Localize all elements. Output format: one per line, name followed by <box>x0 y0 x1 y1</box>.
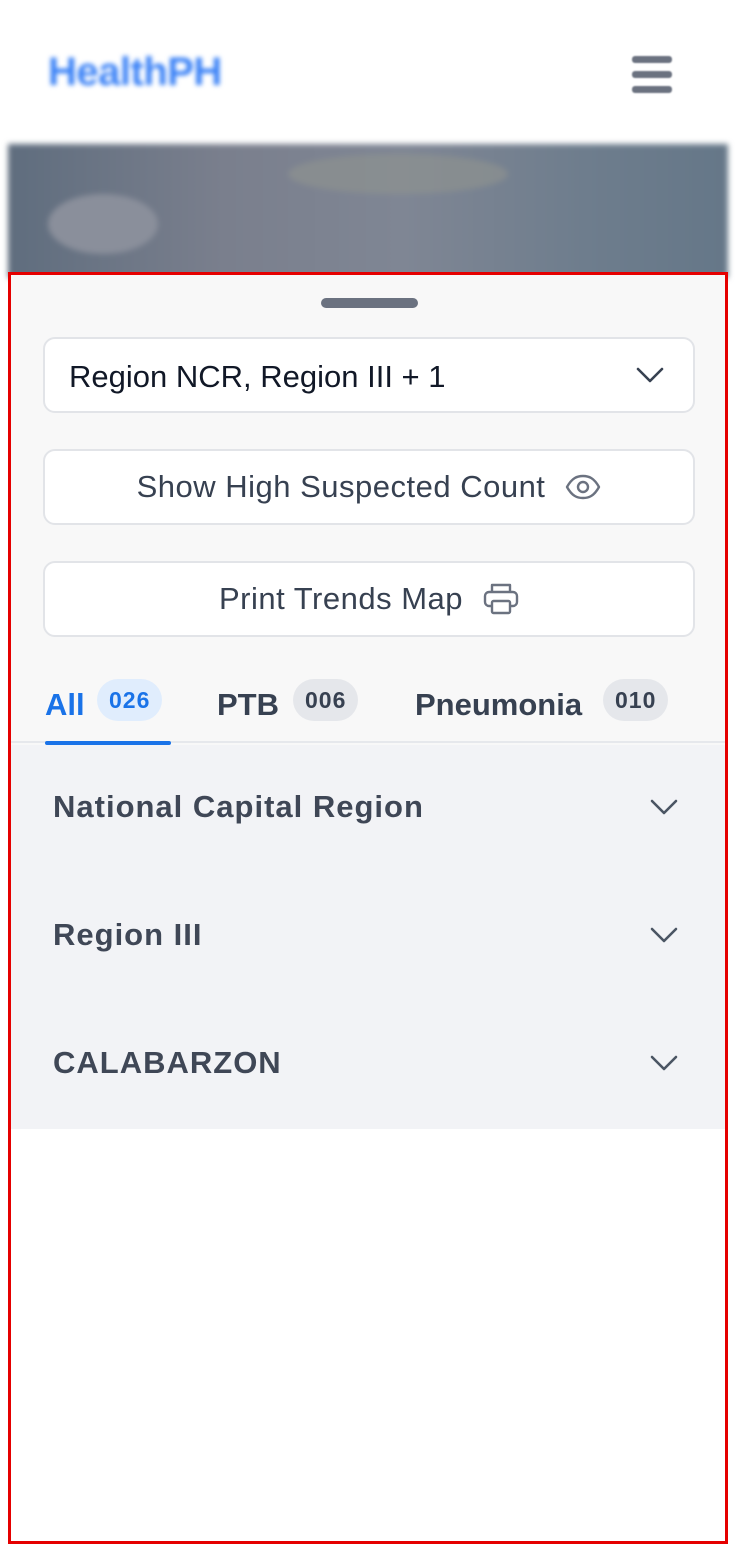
map-blur-shape <box>48 194 158 254</box>
bottom-sheet-panel: Region NCR, Region III + 1 Show High Sus… <box>8 272 728 1544</box>
tab-count-badge: 006 <box>293 679 359 721</box>
region-name: National Capital Region <box>53 789 424 824</box>
tab-ptb[interactable]: PTB 006 <box>217 679 367 741</box>
tab-count-badge: 026 <box>97 679 163 721</box>
region-select[interactable]: Region NCR, Region III + 1 <box>43 337 695 413</box>
sheet-empty-area <box>11 1129 725 1541</box>
menu-bar-line <box>632 86 672 93</box>
chevron-down-icon <box>636 367 664 383</box>
app-logo[interactable]: HealthPH <box>48 50 222 95</box>
map-preview <box>8 144 728 278</box>
region-item-region-iii[interactable]: Region III <box>11 873 725 1001</box>
menu-bar-line <box>632 56 672 63</box>
disease-tabs: All 026 PTB 006 Pneumonia 010 <box>11 667 725 745</box>
tab-count-badge: 010 <box>603 679 669 721</box>
tab-label: All <box>45 687 85 722</box>
top-navigation-bar: HealthPH <box>0 0 736 140</box>
region-select-value: Region NCR, Region III + 1 <box>69 359 446 394</box>
sheet-drag-handle[interactable] <box>321 298 418 308</box>
chevron-down-icon <box>650 799 678 815</box>
menu-bar-line <box>632 71 672 78</box>
chevron-down-icon <box>650 1055 678 1071</box>
printer-icon <box>483 583 519 615</box>
print-trends-map-label: Print Trends Map <box>218 581 464 616</box>
eye-icon <box>566 474 601 500</box>
region-accordion-list: National Capital Region Region III CALAB… <box>11 745 725 1129</box>
app-root: HealthPH Region NCR, Region III + 1 Show… <box>0 0 736 1552</box>
region-item-calabarzon[interactable]: CALABARZON <box>11 1001 725 1129</box>
print-trends-map-button[interactable]: Print Trends Map <box>43 561 695 637</box>
chevron-down-icon <box>650 927 678 943</box>
region-item-national-capital-region[interactable]: National Capital Region <box>11 745 725 873</box>
region-name: CALABARZON <box>53 1045 282 1080</box>
hamburger-menu-icon[interactable] <box>626 52 676 98</box>
show-high-suspected-button[interactable]: Show High Suspected Count <box>43 449 695 525</box>
tab-label: PTB <box>217 687 279 722</box>
tab-all[interactable]: All 026 <box>45 679 171 745</box>
show-high-suspected-label: Show High Suspected Count <box>136 469 546 504</box>
tab-label: Pneumonia <box>415 687 583 722</box>
region-name: Region III <box>53 917 203 952</box>
map-blur-shape <box>288 154 508 194</box>
tab-pneumonia[interactable]: Pneumonia 010 <box>415 679 675 741</box>
